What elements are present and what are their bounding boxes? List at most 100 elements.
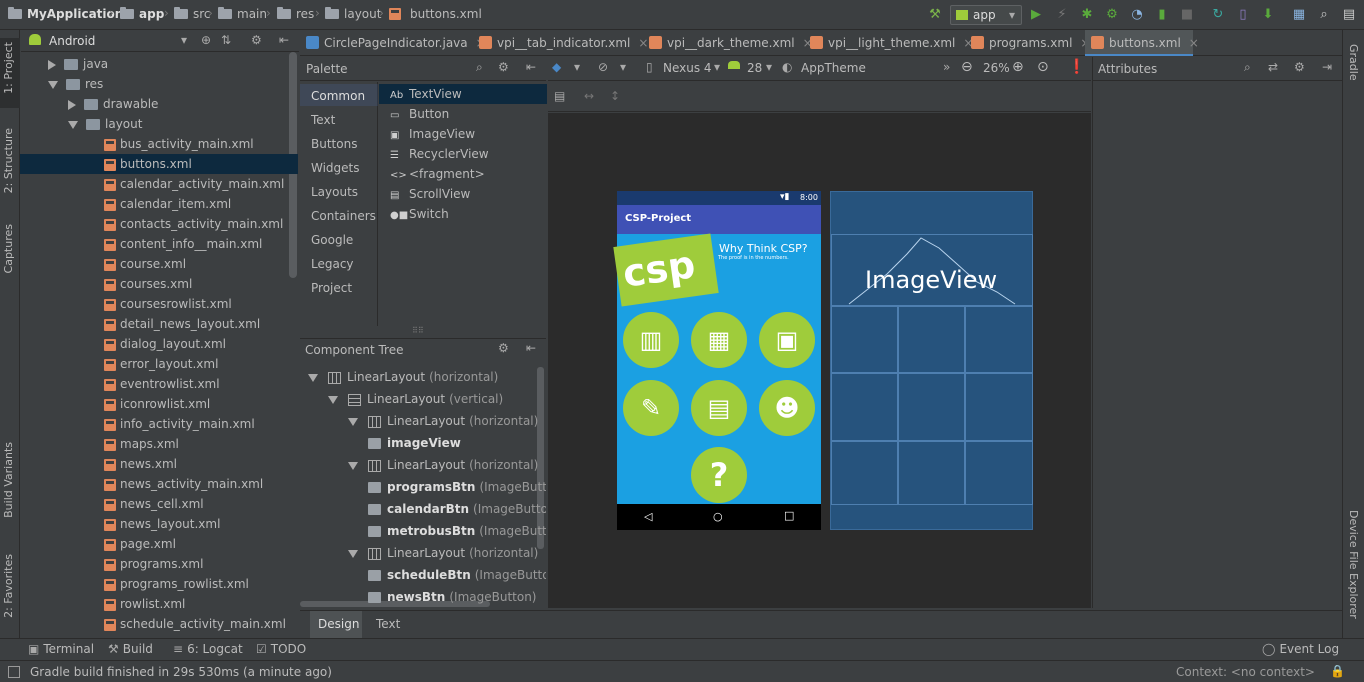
build-tab[interactable]: ⚒ Build: [108, 642, 153, 656]
blueprint-cell[interactable]: [898, 373, 965, 441]
schedule-button[interactable]: ✎: [623, 380, 679, 436]
more-icon[interactable]: »: [943, 60, 950, 74]
breadcrumb-project[interactable]: MyApplication: [8, 7, 123, 21]
status-message[interactable]: Gradle build finished in 29s 530ms (a mi…: [30, 665, 332, 679]
palette-category[interactable]: Containers: [311, 209, 376, 223]
apply-changes-icon[interactable]: ⚡: [1054, 7, 1070, 23]
resize-horizontal-icon[interactable]: ↔: [584, 89, 594, 103]
chevron-down-icon[interactable]: [308, 373, 318, 382]
palette-item[interactable]: ●■Switch: [390, 207, 449, 221]
chevron-down-icon[interactable]: ▾: [181, 33, 187, 47]
tool-windows-toggle-icon[interactable]: [8, 666, 20, 678]
gear-icon[interactable]: ⚙: [498, 60, 509, 74]
component-tree-row[interactable]: LinearLayout (vertical): [328, 389, 503, 409]
close-icon[interactable]: ×: [1189, 36, 1199, 50]
blueprint-cell[interactable]: [898, 306, 965, 373]
project-tree-row[interactable]: news_layout.xml: [104, 514, 220, 534]
debug-icon[interactable]: ✱: [1079, 7, 1095, 23]
home-icon[interactable]: ○: [713, 510, 723, 523]
breadcrumb-main[interactable]: main: [218, 7, 267, 21]
tab-device-file-explorer[interactable]: Device File Explorer: [1347, 510, 1360, 619]
project-tree-row[interactable]: java: [48, 54, 108, 74]
palette-category[interactable]: Common: [311, 89, 365, 103]
editor-tab[interactable]: CirclePageIndicator.java×: [300, 30, 486, 56]
splitter[interactable]: ⠿⠿: [300, 326, 546, 338]
sdk-manager-icon[interactable]: ⬇: [1260, 7, 1276, 23]
blueprint-cell[interactable]: [965, 373, 1033, 441]
project-tree-row[interactable]: news_cell.xml: [104, 494, 204, 514]
gear-icon[interactable]: ⚙: [251, 33, 262, 47]
palette-category[interactable]: Layouts: [311, 185, 358, 199]
chevron-right-icon[interactable]: [68, 99, 76, 110]
device-select[interactable]: Nexus 4: [663, 61, 712, 75]
run-icon[interactable]: ▶: [1028, 7, 1044, 23]
chevron-down-icon[interactable]: [328, 395, 338, 404]
project-structure-icon[interactable]: ▦: [1291, 7, 1307, 23]
editor-tab[interactable]: vpi__light_theme.xml ×: [804, 30, 973, 56]
breadcrumb-layout[interactable]: layout: [325, 7, 381, 21]
component-tree-row[interactable]: LinearLayout (horizontal): [348, 411, 538, 431]
project-tree-row[interactable]: dialog_layout.xml: [104, 334, 226, 354]
chevron-down-icon[interactable]: [348, 461, 358, 470]
chevron-down-icon[interactable]: ▾: [620, 60, 626, 74]
collapse-all-icon[interactable]: ⇅: [221, 33, 231, 47]
warning-icon[interactable]: ❗: [1068, 59, 1085, 75]
gear-icon[interactable]: ⚙: [498, 341, 509, 355]
tab-text[interactable]: Text: [368, 611, 408, 638]
tab-gradle[interactable]: Gradle: [1347, 44, 1360, 81]
gear-icon[interactable]: ⚙: [1294, 60, 1305, 74]
blueprint-cell[interactable]: [965, 306, 1033, 373]
project-tree-row[interactable]: news.xml: [104, 454, 177, 474]
sync-icon[interactable]: ↻: [1210, 7, 1226, 23]
resize-vertical-icon[interactable]: ↕: [610, 89, 620, 103]
run-config-select[interactable]: app ▾: [950, 5, 1022, 25]
project-tree-row[interactable]: page.xml: [104, 534, 176, 554]
lock-icon[interactable]: 🔒: [1330, 664, 1345, 678]
locate-icon[interactable]: ⊕: [201, 33, 211, 47]
contacts-button[interactable]: ☻: [759, 380, 815, 436]
project-tree-row[interactable]: content_info__main.xml: [104, 234, 262, 254]
palette-category[interactable]: Widgets: [311, 161, 360, 175]
palette-category[interactable]: Legacy: [311, 257, 354, 271]
palette-item[interactable]: <> <fragment>: [390, 167, 485, 181]
chevron-down-icon[interactable]: ▾: [766, 60, 772, 74]
pan-icon[interactable]: ▤: [554, 89, 565, 103]
palette-item[interactable]: ▭ Button: [390, 107, 449, 121]
component-tree-row[interactable]: metrobusBtn(ImageButto: [368, 521, 546, 541]
chevron-right-icon[interactable]: [48, 59, 56, 70]
palette-category[interactable]: Text: [311, 113, 335, 127]
chevron-down-icon[interactable]: [48, 80, 58, 89]
editor-tab[interactable]: buttons.xml ×: [1085, 30, 1199, 56]
component-tree-row[interactable]: imageView: [368, 433, 465, 453]
tab-design[interactable]: Design: [310, 611, 362, 638]
project-tree-row[interactable]: rowlist.xml: [104, 594, 185, 614]
hide-panel-icon[interactable]: ⇤: [526, 60, 536, 74]
chevron-down-icon[interactable]: ▾: [714, 60, 720, 74]
project-tree-row[interactable]: news_activity_main.xml: [104, 474, 263, 494]
tab-build-variants[interactable]: Build Variants: [2, 442, 15, 518]
component-tree-row[interactable]: LinearLayout (horizontal): [348, 543, 538, 563]
project-tree-row[interactable]: schedule_activity_main.xml: [104, 614, 286, 634]
hide-panel-icon[interactable]: ⇤: [526, 341, 536, 355]
blueprint-cell[interactable]: [831, 441, 898, 505]
attach-debugger-icon[interactable]: ⚙: [1104, 7, 1120, 23]
programs-button[interactable]: ▥: [623, 312, 679, 368]
project-tree-row[interactable]: layout: [68, 114, 142, 134]
zoom-fit-icon[interactable]: ⊙: [1037, 59, 1049, 75]
project-tree-row[interactable]: coursesrowlist.xml: [104, 294, 232, 314]
metrobus-button[interactable]: ▣: [759, 312, 815, 368]
tab-favorites[interactable]: 2: Favorites: [2, 554, 15, 618]
blueprint-cell[interactable]: [831, 373, 898, 441]
project-tree-row[interactable]: courses.xml: [104, 274, 192, 294]
terminal-tab[interactable]: ▣ Terminal: [28, 642, 94, 656]
project-view-select[interactable]: Android: [49, 34, 95, 48]
news-button[interactable]: ▤: [691, 380, 747, 436]
project-tree-row[interactable]: contacts_activity_main.xml: [104, 214, 283, 234]
project-tree-row[interactable]: error_layout.xml: [104, 354, 218, 374]
tab-captures[interactable]: Captures: [2, 224, 15, 273]
chevron-down-icon[interactable]: [348, 549, 358, 558]
editor-tab[interactable]: programs.xml×: [965, 30, 1090, 56]
palette-category[interactable]: Buttons: [311, 137, 357, 151]
api-select[interactable]: 28: [747, 61, 762, 75]
event-log-icon[interactable]: ▤: [1341, 7, 1357, 23]
